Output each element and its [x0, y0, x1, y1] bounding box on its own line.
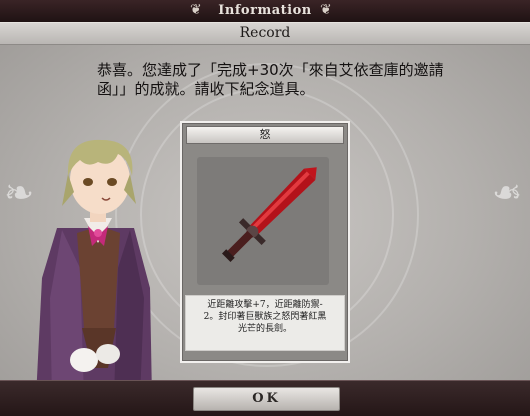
character-portrait — [36, 139, 152, 381]
achievement-message: 恭喜。您達成了「完成+30次「來自艾依查庫的邀請 函」」的成就。請收下紀念道具。 — [97, 61, 497, 99]
side-ornament-right-icon: ❧ — [492, 173, 523, 214]
sub-header: Record — [0, 23, 530, 45]
description-line-2: 2。封印著巨獸族之怒閃著紅黑 — [203, 312, 327, 322]
reward-item-card: 怒 近距離攻擊+7，近距離防禦- 2。封印著巨獸族之怒閃著紅黑 光芒的長劍。 — [180, 121, 350, 363]
message-line-1: 恭喜。您達成了「完成+30次「來自艾依查庫的邀請 — [97, 61, 444, 79]
item-art-frame — [197, 157, 329, 285]
red-sword-icon — [221, 167, 317, 263]
item-description: 近距離攻擊+7，近距離防禦- 2。封印著巨獸族之怒閃著紅黑 光芒的長劍。 — [185, 295, 345, 351]
ok-button[interactable]: OK — [193, 387, 340, 411]
message-line-2: 函」」的成就。請收下紀念道具。 — [97, 80, 315, 98]
footer-bar: OK — [0, 380, 530, 416]
flourish-right-icon: ❦ — [320, 2, 332, 18]
item-name: 怒 — [186, 126, 344, 144]
description-line-1: 近距離攻擊+7，近距離防禦- — [207, 300, 323, 310]
record-label: Record — [239, 25, 291, 41]
record-panel: ❧ ❧ Record 恭喜。您達成了「完成+30次「來自艾依查庫的邀請 函」」的… — [0, 22, 530, 381]
description-line-3: 光芒的長劍。 — [237, 324, 292, 334]
title-bar: ❦ Information ❦ — [0, 0, 530, 23]
window-title: Information — [218, 3, 312, 18]
